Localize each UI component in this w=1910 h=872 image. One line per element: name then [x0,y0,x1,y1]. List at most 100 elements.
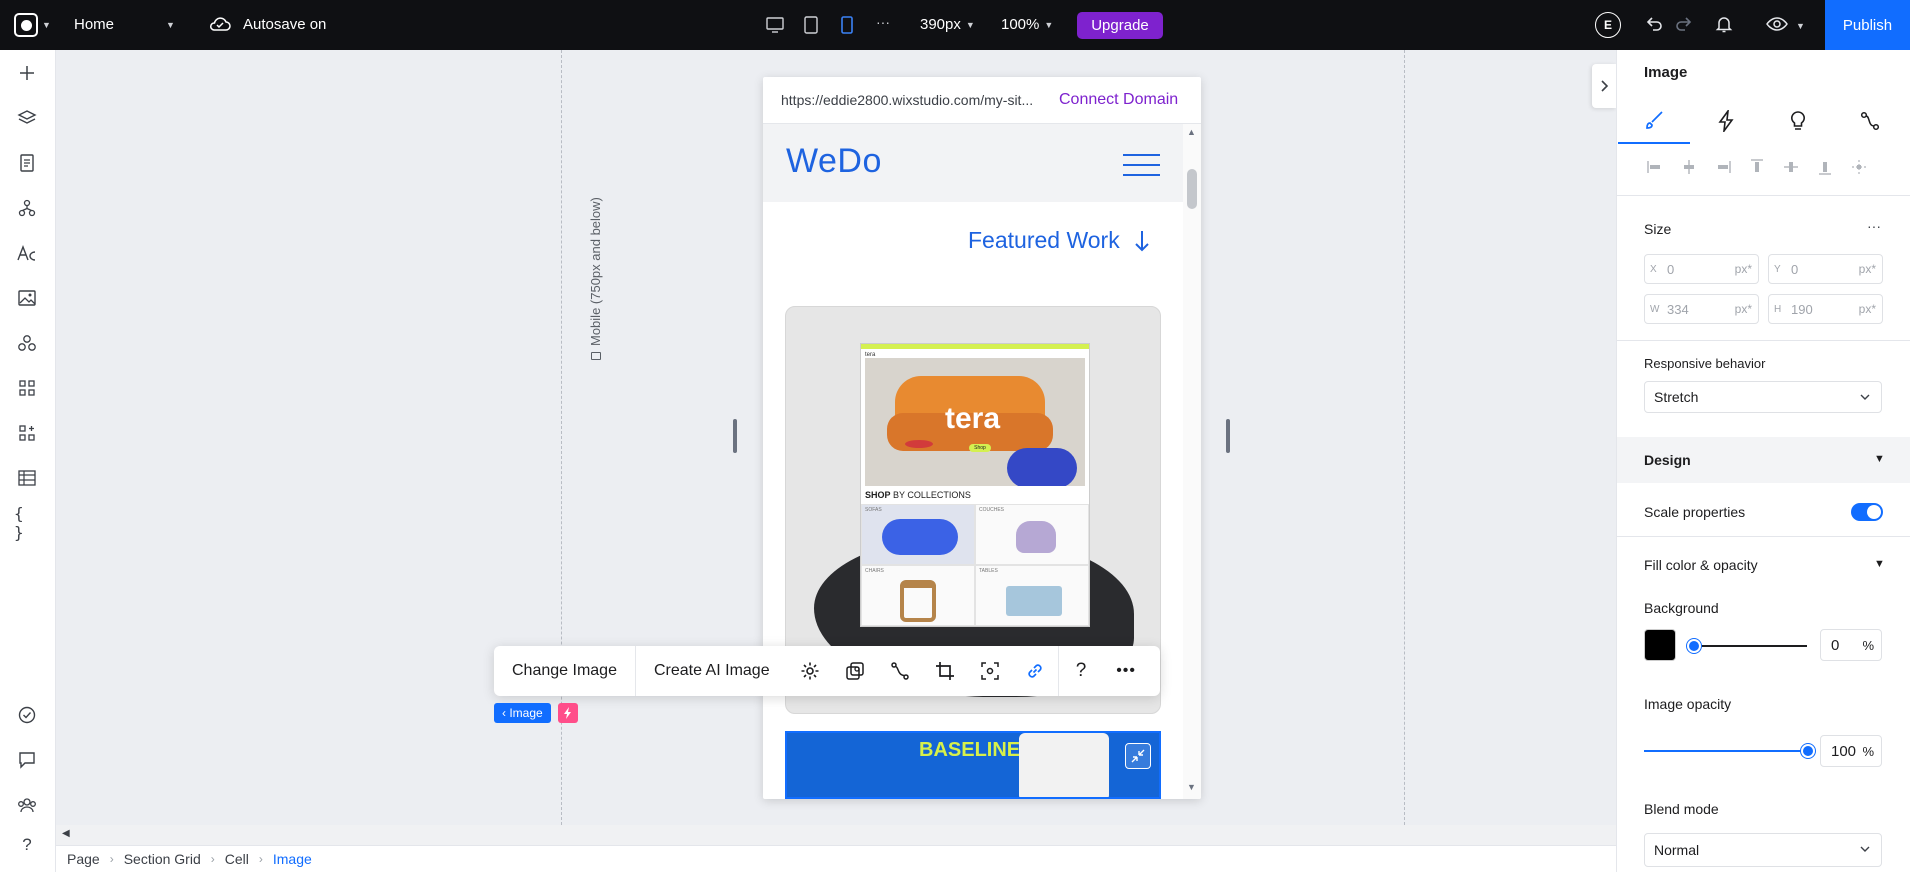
autosave-status: Autosave on [243,16,327,33]
breakpoint-label: Mobile (750px and below) [588,197,603,360]
background-opacity-knob[interactable] [1687,639,1701,653]
mobile-icon [591,352,601,360]
settings-gear-icon[interactable] [788,646,833,696]
pages-icon[interactable] [14,150,40,176]
focal-point-icon[interactable] [968,646,1013,696]
selected-element-tag[interactable]: ‹ Image [494,703,551,723]
tablet-icon[interactable] [800,14,822,36]
scroll-down-icon[interactable]: ▼ [1187,782,1196,792]
help-icon[interactable]: ? [1059,646,1104,696]
tab-design-brush[interactable] [1618,98,1690,144]
featured-work-heading[interactable]: Featured Work [968,227,1150,254]
scroll-thumb[interactable] [1187,169,1197,209]
image-opacity-slider[interactable] [1644,750,1809,752]
baseline-image[interactable]: BASELINE [785,731,1161,799]
size-more-icon[interactable]: ··· [1867,218,1881,234]
publish-button[interactable]: Publish [1825,0,1910,50]
upgrade-button[interactable]: Upgrade [1077,12,1163,39]
add-icon[interactable] [14,60,40,86]
interactions-bolt-icon[interactable] [558,703,578,723]
scale-properties-toggle[interactable] [1851,503,1883,521]
resize-handle-right[interactable] [1226,419,1230,453]
page-selector[interactable]: Home [74,16,114,33]
scroll-up-icon[interactable]: ▲ [1187,127,1196,137]
cms-table-icon[interactable] [14,465,40,491]
site-logo[interactable]: WeDo [786,142,882,181]
background-opacity-slider[interactable] [1687,645,1807,647]
more-breakpoints-icon[interactable]: ··· [876,14,890,30]
typography-icon[interactable] [14,240,40,266]
design-section-header[interactable]: Design ▼ [1617,437,1910,483]
horizontal-scrollbar[interactable]: ◀ [56,825,1616,845]
layers-icon[interactable] [14,105,40,131]
resize-handle-left[interactable] [733,419,737,453]
apps-icon[interactable] [14,375,40,401]
width-selector[interactable]: 390px ▼ [920,16,975,33]
media-icon[interactable] [14,285,40,311]
preview-scrollbar[interactable] [1183,124,1201,799]
fill-color-label[interactable]: Fill color & opacity [1644,557,1758,573]
align-top-icon[interactable] [1746,156,1768,178]
chevron-down-icon[interactable]: ▼ [1796,21,1805,31]
community-icon[interactable] [14,792,40,818]
wix-logo-icon[interactable] [14,13,38,37]
mobile-icon[interactable] [836,14,858,36]
breadcrumb-image[interactable]: Image [273,851,312,867]
y-position-field[interactable]: Y 0 px* [1768,254,1883,284]
comments-icon[interactable] [14,747,40,773]
bell-icon[interactable] [1714,14,1734,34]
redo-icon[interactable] [1674,14,1694,34]
crop-icon[interactable] [923,646,968,696]
preview-eye-icon[interactable] [1766,14,1788,34]
breadcrumb-cell[interactable]: Cell [225,851,249,867]
image-opacity-input[interactable]: 100% [1820,735,1882,767]
code-icon[interactable]: { } [14,504,40,542]
chevron-down-icon [1860,394,1870,400]
tab-interactions[interactable] [1690,98,1762,144]
x-position-field[interactable]: X 0 px* [1644,254,1759,284]
business-apps-icon[interactable] [14,420,40,446]
responsive-behavior-select[interactable]: Stretch [1644,381,1882,413]
components-icon[interactable] [14,330,40,356]
align-bottom-icon[interactable] [1814,156,1836,178]
checklist-icon[interactable] [14,702,40,728]
height-field[interactable]: H 190 px* [1768,294,1883,324]
distribute-icon[interactable] [1848,156,1870,178]
align-center-h-icon[interactable] [1678,156,1700,178]
ai-tools-icon[interactable] [833,646,878,696]
image-opacity-knob[interactable] [1801,744,1815,758]
background-opacity-input[interactable]: 0% [1820,629,1882,661]
scroll-left-icon[interactable]: ◀ [62,828,70,839]
shrink-icon[interactable] [1125,743,1151,769]
tab-animation[interactable] [1834,98,1906,144]
hamburger-menu-icon[interactable] [1123,154,1160,176]
background-color-swatch[interactable] [1644,629,1676,661]
animation-path-icon[interactable] [878,646,923,696]
change-image-button[interactable]: Change Image [494,646,636,696]
url-bar: https://eddie2800.wixstudio.com/my-sit..… [763,77,1201,124]
desktop-icon[interactable] [764,14,786,36]
zoom-selector[interactable]: 100% ▼ [1001,16,1053,33]
breadcrumb-section-grid[interactable]: Section Grid [124,851,201,867]
help-icon[interactable]: ? [14,832,40,858]
panel-collapse-button[interactable] [1592,64,1616,108]
responsive-behavior-label: Responsive behavior [1644,356,1766,371]
more-options-icon[interactable]: ••• [1104,646,1149,696]
site-structure-icon[interactable] [14,195,40,221]
width-field[interactable]: W 334 px* [1644,294,1759,324]
avatar[interactable]: E [1595,12,1621,38]
connect-domain-link[interactable]: Connect Domain [1059,91,1178,109]
breadcrumb-page[interactable]: Page [67,851,100,867]
align-right-icon[interactable] [1712,156,1734,178]
expand-triangle-icon[interactable]: ▼ [1874,558,1885,570]
align-center-v-icon[interactable] [1780,156,1802,178]
tab-tips[interactable] [1762,98,1834,144]
site-header[interactable]: WeDo [763,124,1183,202]
link-icon[interactable] [1013,646,1058,696]
blend-mode-select[interactable]: Normal [1644,833,1882,867]
create-ai-image-button[interactable]: Create AI Image [636,646,788,696]
align-left-icon[interactable] [1644,156,1666,178]
page-chevron-icon[interactable]: ▼ [166,20,175,30]
chevron-down-icon[interactable]: ▼ [42,20,51,30]
undo-icon[interactable] [1644,14,1664,34]
